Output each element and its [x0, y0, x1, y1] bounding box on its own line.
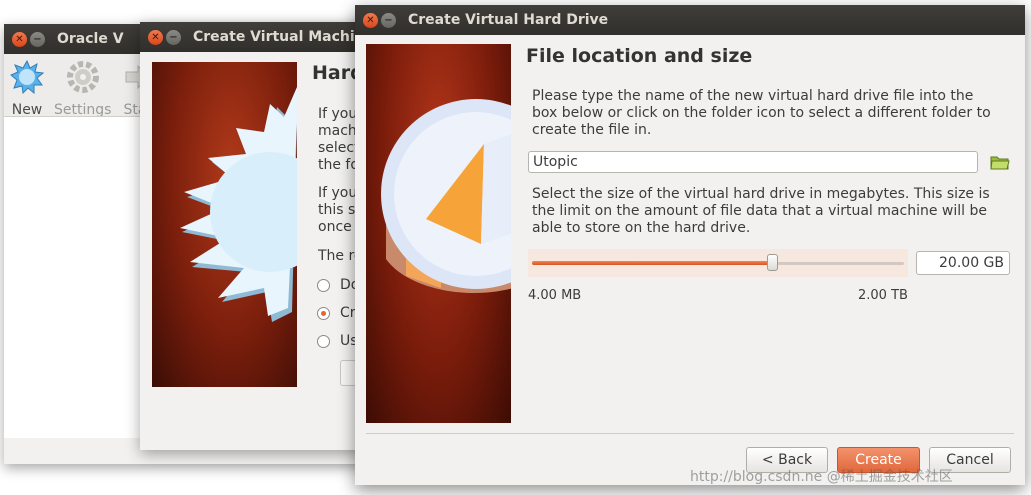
disk-pie-icon — [381, 99, 511, 294]
text-fragment: If you — [318, 185, 358, 201]
folder-browse-button[interactable] — [990, 153, 1010, 171]
create-hard-drive-window: ✕ − Create Virtual Hard Drive File locat… — [355, 5, 1025, 485]
close-button[interactable]: ✕ — [12, 31, 27, 47]
text-fragment: If you — [318, 106, 358, 122]
text-fragment: select — [318, 140, 360, 156]
radio-create-new[interactable] — [317, 307, 330, 320]
new-vm-icon — [10, 59, 45, 95]
text-fragment: this s — [318, 202, 356, 218]
window-title: Oracle V — [57, 31, 124, 47]
button-separator — [366, 433, 1014, 434]
starburst-icon — [180, 82, 330, 322]
folder-icon — [990, 156, 1010, 170]
watermark-text: http://blog.csdn.ne @稀土掘金技术社区 — [690, 469, 953, 485]
radio-use-existing[interactable] — [317, 335, 330, 348]
window-title: Create Virtual Hard Drive — [408, 12, 609, 28]
toolbar-settings-button[interactable]: Settings — [54, 60, 111, 118]
slider-handle[interactable] — [766, 254, 778, 271]
page-title: File location and size — [526, 45, 753, 67]
size-value-input[interactable] — [916, 251, 1010, 275]
size-description: Select the size of the virtual hard driv… — [532, 186, 990, 236]
slider-min-label: 4.00 MB — [528, 288, 582, 303]
minimize-button[interactable]: − — [30, 31, 45, 47]
wizard-artwork — [366, 44, 511, 423]
slider-fill — [532, 261, 772, 265]
location-description: Please type the name of the new virtual … — [532, 88, 991, 138]
close-button[interactable]: ✕ — [148, 29, 163, 45]
minimize-button[interactable]: − — [166, 29, 181, 45]
radio-do-not-add[interactable] — [317, 279, 330, 292]
minimize-button[interactable]: − — [381, 12, 396, 28]
toolbar-new-button[interactable]: New — [10, 59, 45, 118]
text-fragment: once — [318, 219, 352, 235]
text-fragment: the fo — [318, 157, 359, 173]
wizard-artwork — [152, 62, 330, 387]
file-location-input[interactable] — [528, 151, 978, 173]
gear-icon — [66, 61, 99, 93]
slider-max-label: 2.00 TB — [858, 288, 908, 303]
size-slider[interactable] — [528, 249, 908, 277]
hdd-titlebar: ✕ − Create Virtual Hard Drive — [355, 5, 1025, 35]
radio-label: Cr — [340, 305, 356, 321]
close-button[interactable]: ✕ — [363, 12, 378, 28]
window-title: Create Virtual Machine — [193, 29, 375, 45]
